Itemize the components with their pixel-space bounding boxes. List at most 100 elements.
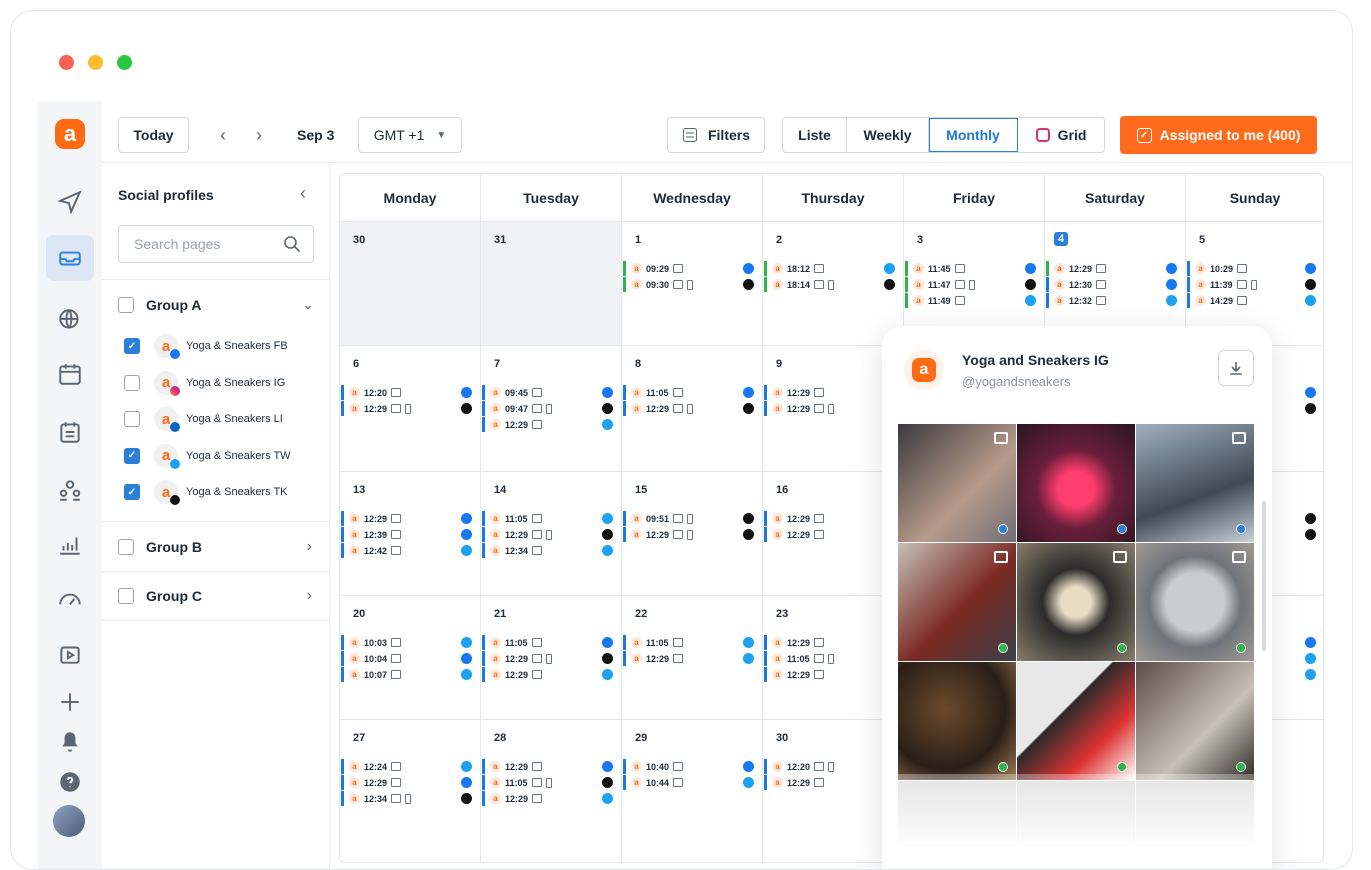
profile-checkbox[interactable] xyxy=(124,374,140,391)
day-cell[interactable]: 8 a 11:05 a 12:29 xyxy=(622,346,763,472)
assigned-to-me-button[interactable]: ✓ Assigned to me (400) xyxy=(1120,116,1317,154)
filters-button[interactable]: Filters xyxy=(667,117,765,153)
day-cell[interactable]: 21 a 11:05 a 12:29 a 12:29 xyxy=(481,596,622,720)
scheduled-post[interactable]: a 10:03 xyxy=(341,635,480,650)
profile-checkbox[interactable]: ✓ xyxy=(124,484,140,500)
scheduled-post[interactable]: a 12:29 xyxy=(482,527,621,542)
group-a-checkbox[interactable] xyxy=(118,296,134,313)
scheduled-post[interactable]: a 12:29 xyxy=(623,527,762,542)
group-b-checkbox[interactable] xyxy=(118,538,134,555)
scheduled-post[interactable]: a 12:34 xyxy=(341,791,480,806)
profile-checkbox[interactable]: ✓ xyxy=(124,338,140,354)
profile-instagram[interactable]: a Yoga & Sneakers IG xyxy=(124,368,285,398)
scheduled-post[interactable]: a 10:29 xyxy=(1187,261,1323,276)
maximize-dot[interactable] xyxy=(117,55,132,70)
day-cell[interactable]: 28 a 12:29 a 11:05 a 12:29 xyxy=(481,720,622,862)
scheduled-post[interactable]: a 12:29 xyxy=(341,511,480,526)
scheduled-post[interactable]: a 14:29 xyxy=(1187,293,1323,308)
day-cell[interactable]: 29 a 10:40 a 10:44 xyxy=(622,720,763,862)
scrollbar[interactable] xyxy=(1262,501,1266,651)
scheduled-post[interactable]: a 11:45 xyxy=(905,261,1044,276)
scheduled-post[interactable]: a 12:29 xyxy=(623,651,762,666)
scheduled-post[interactable]: a 12:34 xyxy=(482,543,621,558)
day-cell[interactable]: 15 a 09:51 a 12:29 xyxy=(622,472,763,596)
scheduled-post[interactable]: a 10:04 xyxy=(341,651,480,666)
scheduled-post[interactable]: a 11:05 xyxy=(623,635,762,650)
rail-help[interactable] xyxy=(46,759,94,805)
profile-linkedin[interactable]: a Yoga & Sneakers LI xyxy=(124,404,283,434)
grid-post-cafe[interactable] xyxy=(1136,662,1254,780)
scheduled-post[interactable]: a 10:07 xyxy=(341,667,480,682)
scheduled-post[interactable]: a 12:39 xyxy=(341,527,480,542)
rail-team[interactable] xyxy=(46,467,94,513)
scheduled-post[interactable]: a 12:29 xyxy=(341,775,480,790)
rail-media[interactable] xyxy=(46,631,94,677)
close-dot[interactable] xyxy=(59,55,74,70)
scheduled-post[interactable]: a 12:29 xyxy=(1046,261,1185,276)
rail-explore[interactable] xyxy=(46,297,94,343)
scheduled-post[interactable]: a 12:42 xyxy=(341,543,480,558)
scheduled-post[interactable]: a 11:05 xyxy=(482,511,621,526)
day-cell[interactable]: 13 a 12:29 a 12:39 a 12:42 xyxy=(340,472,481,596)
view-monthly[interactable]: Monthly xyxy=(929,118,1018,152)
scheduled-post[interactable]: a 11:05 xyxy=(482,775,621,790)
grid-post-ramen[interactable] xyxy=(898,662,1016,780)
grid-post-jordan-laces[interactable] xyxy=(1017,543,1135,661)
rail-inbox[interactable] xyxy=(46,235,94,281)
scheduled-post[interactable]: a 09:47 xyxy=(482,401,621,416)
day-cell[interactable]: 2 a 18:12 a 18:14 xyxy=(763,222,904,346)
scheduled-post[interactable]: a 11:47 xyxy=(905,277,1044,292)
scheduled-post[interactable]: a 12:29 xyxy=(623,401,762,416)
scheduled-post[interactable]: a 09:45 xyxy=(482,385,621,400)
scheduled-post[interactable]: a 12:30 xyxy=(1046,277,1185,292)
group-c-checkbox[interactable] xyxy=(118,588,134,604)
profile-tiktok[interactable]: ✓ a Yoga & Sneakers TK xyxy=(124,477,288,507)
chevron-right-icon[interactable]: › xyxy=(307,538,312,556)
scheduled-post[interactable]: a 12:29 xyxy=(341,401,480,416)
profile-checkbox[interactable]: ✓ xyxy=(124,447,140,464)
grid-post-clock[interactable] xyxy=(1136,543,1254,661)
user-avatar[interactable] xyxy=(53,805,85,837)
day-cell[interactable]: 31 xyxy=(481,222,622,346)
scheduled-post[interactable]: a 10:40 xyxy=(623,759,762,774)
rail-publish[interactable] xyxy=(46,179,94,225)
chevron-right-icon[interactable]: › xyxy=(307,587,312,605)
day-cell[interactable]: 20 a 10:03 a 10:04 a 10:07 xyxy=(340,596,481,720)
scheduled-post[interactable]: a 12:32 xyxy=(1046,293,1185,308)
scheduled-post[interactable]: a 12:20 xyxy=(341,385,480,400)
group-c[interactable]: Group C › xyxy=(102,571,330,621)
scheduled-post[interactable]: a 12:29 xyxy=(482,417,621,432)
collapse-chevron-icon[interactable]: ‹ xyxy=(300,183,306,204)
scheduled-post[interactable]: a 09:29 xyxy=(623,261,762,276)
scheduled-post[interactable]: a 10:44 xyxy=(623,775,762,790)
view-grid[interactable]: Grid xyxy=(1018,118,1104,152)
rail-performance[interactable] xyxy=(46,577,94,623)
day-cell[interactable]: 7 a 09:45 a 09:47 a 12:29 xyxy=(481,346,622,472)
timezone-select[interactable]: GMT +1 ▼ xyxy=(358,117,462,153)
view-liste[interactable]: Liste xyxy=(783,118,847,152)
today-button[interactable]: Today xyxy=(118,117,189,153)
download-button[interactable] xyxy=(1218,350,1254,386)
chevron-down-icon[interactable]: ⌄ xyxy=(302,296,314,313)
scheduled-post[interactable]: a 18:12 xyxy=(764,261,903,276)
grid-post-sneaker-red[interactable] xyxy=(1017,662,1135,780)
rail-planner[interactable] xyxy=(46,409,94,455)
rail-calendar[interactable] xyxy=(46,351,94,397)
day-cell[interactable]: 30 xyxy=(340,222,481,346)
group-b[interactable]: Group B › xyxy=(102,521,330,571)
search-pages-input[interactable]: Search pages xyxy=(118,225,314,263)
scheduled-post[interactable]: a 11:05 xyxy=(482,635,621,650)
scheduled-post[interactable]: a 12:24 xyxy=(341,759,480,774)
scheduled-post[interactable]: a 18:14 xyxy=(764,277,903,292)
day-cell[interactable]: 27 a 12:24 a 12:29 a 12:34 xyxy=(340,720,481,862)
scheduled-post[interactable]: a 12:29 xyxy=(482,667,621,682)
next-chevron-icon[interactable]: › xyxy=(256,125,262,146)
profile-checkbox[interactable] xyxy=(124,411,140,427)
view-weekly[interactable]: Weekly xyxy=(847,118,929,152)
scheduled-post[interactable]: a 12:29 xyxy=(482,759,621,774)
prev-chevron-icon[interactable]: ‹ xyxy=(220,125,226,146)
grid-post-sneakers-ledge[interactable] xyxy=(1136,424,1254,542)
grid-post-yoga-class[interactable] xyxy=(898,424,1016,542)
scheduled-post[interactable]: a 12:29 xyxy=(482,791,621,806)
scheduled-post[interactable]: a 11:05 xyxy=(623,385,762,400)
